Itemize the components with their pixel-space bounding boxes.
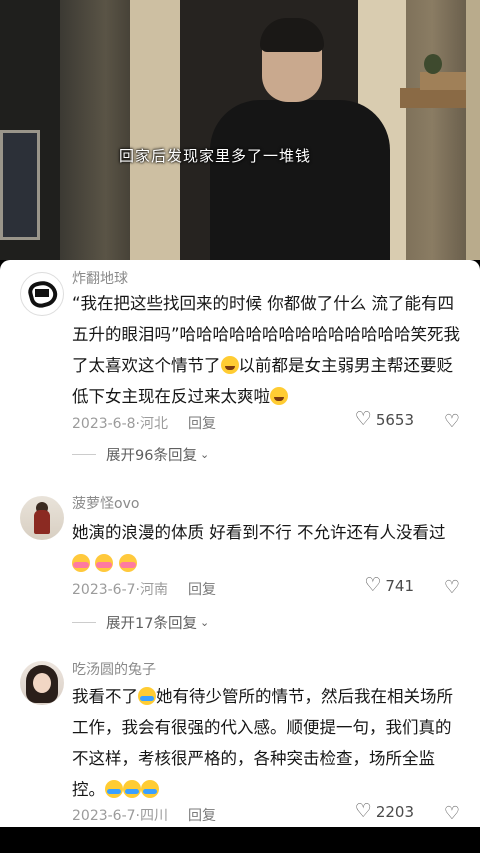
- expand-replies-label: 展开96条回复: [106, 448, 197, 464]
- video-player[interactable]: 回家后发现家里多了一堆钱: [0, 0, 480, 260]
- like-count: 5653: [375, 410, 414, 429]
- broken-heart-icon[interactable]: ♡: [444, 577, 460, 598]
- comment-location: 四川: [140, 808, 168, 824]
- avatar-figure-body: [34, 510, 50, 534]
- scene-door-frame: [130, 0, 182, 260]
- heart-outline-icon: ♡: [354, 800, 372, 822]
- scene-wall-right: [466, 0, 480, 260]
- laugh-emoji-icon: [270, 387, 288, 405]
- crying-emoji-icon: [138, 687, 156, 705]
- reply-button[interactable]: 回复: [188, 808, 216, 824]
- comment-location: 河南: [140, 582, 168, 598]
- avatar[interactable]: [20, 272, 64, 316]
- expand-replies-button[interactable]: 展开96条回复 ⌄: [72, 444, 209, 465]
- expand-divider: [72, 622, 96, 623]
- laugh-emoji-icon: [220, 356, 239, 374]
- comment-date: 2023-6-8: [72, 416, 136, 432]
- broken-heart-icon[interactable]: ♡: [444, 411, 460, 432]
- comments-panel: 炸翻地球 “我在把这些找回来的时候 你都做了什么 流了能有四五升的眼泪吗”哈哈哈…: [0, 260, 480, 827]
- avatar[interactable]: [20, 661, 64, 705]
- comment-meta: 2023-6-8·河北 回复: [72, 413, 216, 433]
- shy-emoji-icon: [118, 554, 137, 572]
- scene-person-body: [210, 100, 390, 260]
- comment-text: “我在把这些找回来的时候 你都做了什么 流了能有四五升的眼泪吗”哈哈哈哈哈哈哈哈…: [72, 288, 462, 412]
- comment-text-part: 她演的浪漫的体质 好看到不行 不允许还有人没看过: [72, 523, 446, 542]
- like-button[interactable]: ♡ 741: [364, 576, 414, 595]
- comment-date: 2023-6-7: [72, 582, 136, 598]
- video-subtitle: 回家后发现家里多了一堆钱: [118, 147, 311, 165]
- avatar-face: [33, 673, 51, 693]
- like-count: 741: [385, 576, 414, 595]
- like-count: 2203: [375, 802, 414, 821]
- crying-emoji-icon: [123, 780, 141, 798]
- scene-shelf: [400, 88, 466, 108]
- shy-emoji-icon: [72, 554, 90, 572]
- like-button[interactable]: ♡ 2203: [355, 802, 414, 821]
- comment-text: 我看不了 她有待少管所的情节，然后我在相关场所工作，我会有很强的代入感。顺便提一句…: [72, 681, 462, 805]
- chevron-down-icon: ⌄: [199, 616, 210, 629]
- expand-divider: [72, 454, 96, 455]
- bottom-bar: [0, 827, 480, 853]
- comment-username[interactable]: 菠萝怪ovo: [72, 493, 139, 513]
- scene-plant: [424, 54, 442, 74]
- comment-location: 河北: [140, 416, 168, 432]
- heart-outline-icon: ♡: [364, 574, 382, 596]
- reply-button[interactable]: 回复: [188, 416, 216, 432]
- comment-text: 她演的浪漫的体质 好看到不行 不允许还有人没看过: [72, 517, 462, 579]
- comment-username[interactable]: 吃汤圆的兔子: [72, 659, 156, 679]
- reply-button[interactable]: 回复: [188, 582, 216, 598]
- shy-emoji-icon: [95, 554, 114, 572]
- comment-username[interactable]: 炸翻地球: [72, 268, 128, 288]
- avatar[interactable]: [20, 496, 64, 540]
- crying-emoji-icon: [141, 780, 159, 798]
- scene-shelf-box: [420, 72, 468, 90]
- crying-emoji-icon: [105, 780, 123, 798]
- comment-date: 2023-6-7: [72, 808, 136, 824]
- avatar-scribble-mark: [35, 289, 49, 297]
- expand-replies-label: 展开17条回复: [106, 616, 197, 632]
- like-button[interactable]: ♡ 5653: [355, 410, 414, 429]
- chevron-down-icon: ⌄: [199, 448, 210, 461]
- heart-outline-icon: ♡: [354, 408, 372, 430]
- broken-heart-icon[interactable]: ♡: [444, 803, 460, 824]
- expand-replies-button[interactable]: 展开17条回复 ⌄: [72, 612, 209, 633]
- comment-meta: 2023-6-7·四川 回复: [72, 805, 216, 825]
- comment-text-part: 我看不了: [72, 687, 138, 706]
- comment-meta: 2023-6-7·河南 回复: [72, 579, 216, 599]
